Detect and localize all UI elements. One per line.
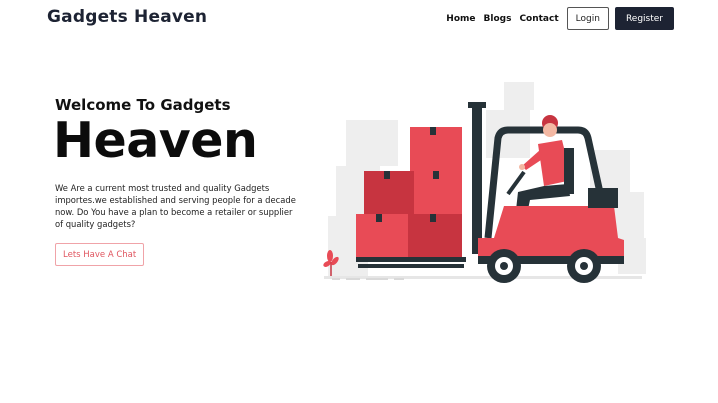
rear-wheel bbox=[567, 249, 601, 283]
top-nav: Home Blogs Contact Login Register bbox=[446, 7, 674, 30]
front-wheel bbox=[487, 249, 521, 283]
forklift-mast bbox=[472, 104, 482, 254]
register-button[interactable]: Register bbox=[614, 7, 674, 30]
chat-button[interactable]: Lets Have A Chat bbox=[55, 243, 145, 266]
nav-blogs-link[interactable]: Blogs bbox=[484, 14, 512, 24]
steering-column bbox=[506, 170, 526, 196]
brand-logo[interactable]: Gadgets Heaven bbox=[47, 7, 207, 27]
nav-home-link[interactable]: Home bbox=[446, 14, 475, 24]
hero-description: We Are a current most trusted and qualit… bbox=[55, 183, 296, 229]
nav-contact-link[interactable]: Contact bbox=[519, 14, 558, 24]
forklift-seat bbox=[564, 148, 574, 194]
login-button[interactable]: Login bbox=[566, 7, 609, 30]
forklift-forks bbox=[356, 257, 466, 262]
forklift-forks-lower bbox=[358, 264, 464, 268]
forklift-counterweight bbox=[588, 188, 618, 208]
hero-title: Heaven bbox=[53, 112, 258, 169]
forklift-illustration bbox=[323, 82, 646, 283]
